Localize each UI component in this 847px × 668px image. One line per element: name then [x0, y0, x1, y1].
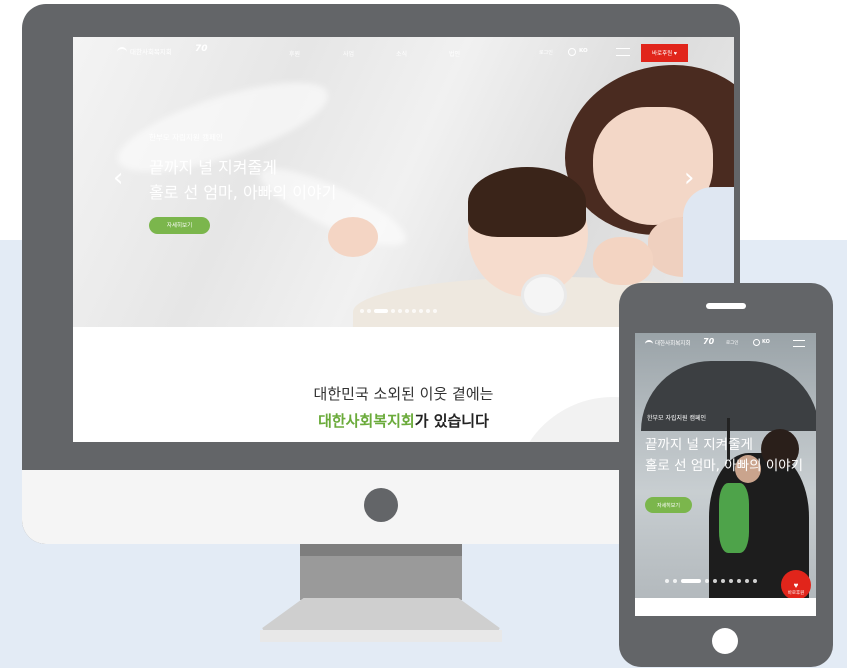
slide-dot[interactable]: [367, 308, 371, 313]
photo-pacifier: [521, 274, 567, 316]
nav-item-business[interactable]: 사업: [343, 49, 354, 58]
slide-dot[interactable]: [721, 578, 725, 583]
hamburger-menu-icon[interactable]: [793, 340, 805, 347]
slide-dot[interactable]: [419, 308, 423, 313]
tagline-rest: 가 있습니다: [414, 412, 489, 430]
photo-child: [719, 483, 749, 553]
learn-more-button[interactable]: 자세히보기: [149, 217, 210, 234]
slide-dot[interactable]: [745, 578, 749, 583]
anniversary-mark: 70: [195, 44, 208, 54]
nav-item-news[interactable]: 소식: [396, 49, 407, 58]
slide-dot[interactable]: [729, 578, 733, 583]
hero-headline-line2: 홀로 선 엄마, 아빠의 이야기: [149, 183, 337, 202]
mobile-phone: 대한사회복지회 70 로그인 KO 한부모 자립지원 캠페인 끝까지 널 지켜줄…: [619, 283, 833, 667]
brand-name: 대한사회복지회: [318, 412, 415, 430]
slide-dot[interactable]: [705, 578, 709, 583]
slide-dot[interactable]: [665, 578, 669, 583]
top-nav: 대한사회복지회 70 후원 사업 소식 법인 로그인 KO 바로후원 ♥: [73, 37, 734, 67]
globe-icon[interactable]: [568, 48, 576, 56]
site-logo[interactable]: 대한사회복지회: [117, 46, 172, 57]
slide-pagination[interactable]: [360, 300, 440, 313]
mobile-headline-line1: 끝까지 널 지켜줄게: [645, 437, 753, 453]
monitor-stand-neck: [300, 544, 462, 600]
slide-dot[interactable]: [412, 308, 416, 313]
chevron-right-icon[interactable]: ›: [684, 165, 694, 191]
slide-dot[interactable]: [426, 308, 430, 313]
photo-hand: [593, 237, 653, 285]
hero-headline-line1: 끝까지 널 지켜줄게: [149, 158, 277, 177]
heart-icon: ♥: [793, 580, 799, 590]
mobile-language-select[interactable]: KO: [762, 339, 770, 345]
mobile-screen: 대한사회복지회 70 로그인 KO 한부모 자립지원 캠페인 끝까지 널 지켜줄…: [635, 333, 816, 616]
mobile-hero-headline: 끝까지 널 지켜줄게 홀로 선 엄마, 아빠의 이야기: [645, 435, 803, 477]
mobile-slide-pagination[interactable]: [665, 570, 761, 589]
language-select[interactable]: KO: [579, 48, 588, 54]
home-button-icon: [712, 628, 738, 654]
mobile-site-logo[interactable]: 대한사회복지회: [645, 339, 690, 348]
floating-donate-button[interactable]: ♥ 바로후원: [781, 570, 811, 598]
photo-baby-hair: [468, 167, 586, 237]
mobile-hero-banner: 대한사회복지회 70 로그인 KO 한부모 자립지원 캠페인 끝까지 널 지켜줄…: [635, 333, 816, 598]
hamburger-menu-icon[interactable]: [616, 48, 630, 56]
slide-dot-active[interactable]: [681, 578, 701, 583]
mobile-learn-more-button[interactable]: 자세히보기: [645, 497, 692, 513]
power-button-icon: [364, 488, 398, 522]
slide-dot[interactable]: [737, 578, 741, 583]
campaign-label: 한부모 자립지원 캠페인: [149, 133, 223, 142]
logo-mark-icon: [117, 47, 127, 57]
nav-item-corporation[interactable]: 법인: [449, 49, 460, 58]
globe-icon[interactable]: [753, 339, 760, 346]
mobile-login-link[interactable]: 로그인: [726, 340, 738, 346]
chevron-left-icon[interactable]: ‹: [113, 165, 123, 191]
slide-dot[interactable]: [405, 308, 409, 313]
login-link[interactable]: 로그인: [539, 49, 553, 56]
slide-dot[interactable]: [391, 308, 395, 313]
slide-dot[interactable]: [753, 578, 757, 583]
slide-dot[interactable]: [433, 308, 437, 313]
slide-dot[interactable]: [713, 578, 717, 583]
slide-dot[interactable]: [398, 308, 402, 313]
donate-now-button[interactable]: 바로후원 ♥: [641, 44, 688, 62]
slide-dot[interactable]: [360, 308, 364, 313]
nav-item-donate[interactable]: 후원: [289, 49, 300, 58]
slide-dot-active[interactable]: [374, 308, 388, 313]
logo-mark-icon: [645, 339, 653, 348]
photo-baby-hand: [328, 217, 378, 257]
mobile-headline-line2: 홀로 선 엄마, 아빠의 이야기: [645, 458, 804, 474]
floating-donate-label: 바로후원: [787, 589, 805, 595]
hero-headline: 끝까지 널 지켜줄게 홀로 선 엄마, 아빠의 이야기: [149, 155, 336, 205]
monitor-stand-base: [260, 598, 502, 642]
mobile-campaign-label: 한부모 자립지원 캠페인: [647, 415, 707, 422]
slide-dot[interactable]: [673, 578, 677, 583]
phone-speaker: [706, 303, 746, 309]
mobile-anniversary-mark: 70: [703, 337, 715, 346]
